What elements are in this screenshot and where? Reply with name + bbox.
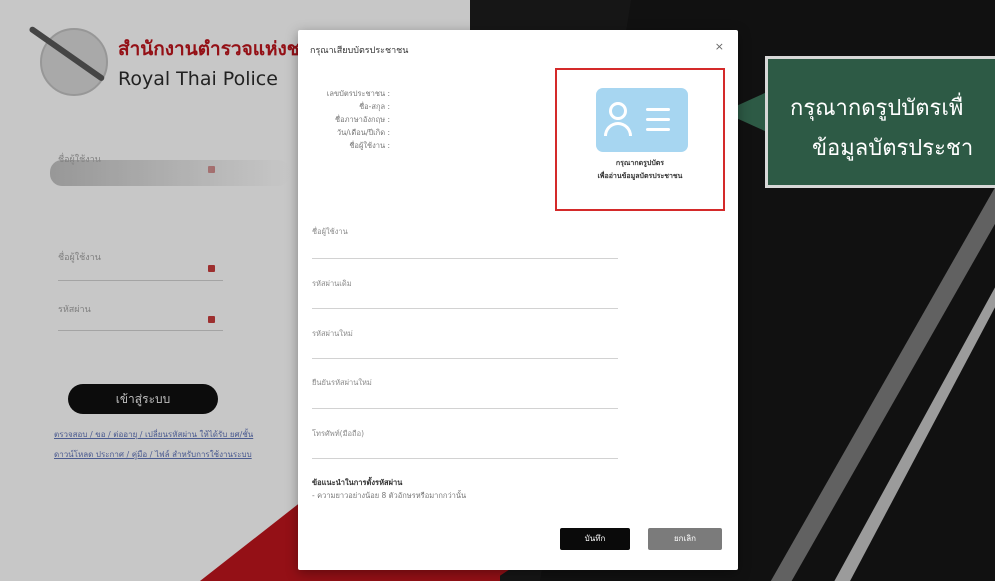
new-password-input[interactable] <box>312 358 618 359</box>
id-card-button[interactable]: กรุณากดรูปบัตร เพื่ออ่านข้อมูลบัตรประชาช… <box>555 68 725 211</box>
id-card-modal: กรุณาเสียบบัตรประชาชน × เลขบัตรประชาชน :… <box>298 30 738 570</box>
id-card-icon <box>596 88 688 152</box>
info-label-id: เลขบัตรประชาชน : <box>326 89 390 98</box>
phone-input[interactable] <box>312 458 618 459</box>
password-rule-text: - ความยาวอย่างน้อย 8 ตัวอักษรหรือมากกว่า… <box>312 491 467 500</box>
username-input[interactable] <box>312 258 618 259</box>
card-line-icon <box>646 108 670 111</box>
person-body-icon <box>604 122 632 136</box>
field-label-confirm-password: ยืนยันรหัสผ่านใหม่ <box>312 378 372 387</box>
card-line-icon <box>646 128 670 131</box>
callout-line-1: กรุณากดรูปบัตรเพื่ <box>790 96 964 121</box>
card-caption-1: กรุณากดรูปบัตร <box>615 159 665 167</box>
info-label-username: ชื่อผู้ใช้งาน : <box>349 141 390 150</box>
old-password-input[interactable] <box>312 308 618 309</box>
field-label-username: ชื่อผู้ใช้งาน <box>312 227 348 236</box>
person-head-icon <box>609 102 627 120</box>
field-label-new-password: รหัสผ่านใหม่ <box>312 329 353 338</box>
field-label-old-password: รหัสผ่านเดิม <box>312 279 352 288</box>
info-label-birthdate: วัน/เดือน/ปีเกิด : <box>336 128 390 137</box>
info-label-name-en: ชื่อภาษาอังกฤษ : <box>334 115 390 124</box>
modal-title: กรุณาเสียบบัตรประชาชน <box>310 46 409 56</box>
field-label-phone: โทรศัพท์(มือถือ) <box>312 429 364 438</box>
password-rule-title: ข้อแนะนำในการตั้งรหัสผ่าน <box>312 478 403 487</box>
card-line-icon <box>646 118 670 121</box>
info-label-name: ชื่อ-สกุล : <box>359 102 390 111</box>
cancel-button[interactable]: ยกเลิก <box>648 528 722 550</box>
confirm-password-input[interactable] <box>312 408 618 409</box>
card-caption-2: เพื่ออ่านข้อมูลบัตรประชาชน <box>597 172 683 180</box>
callout-line-2: ข้อมูลบัตรประชา <box>812 136 974 161</box>
close-icon[interactable]: × <box>715 40 724 53</box>
save-button[interactable]: บันทึก <box>560 528 630 550</box>
